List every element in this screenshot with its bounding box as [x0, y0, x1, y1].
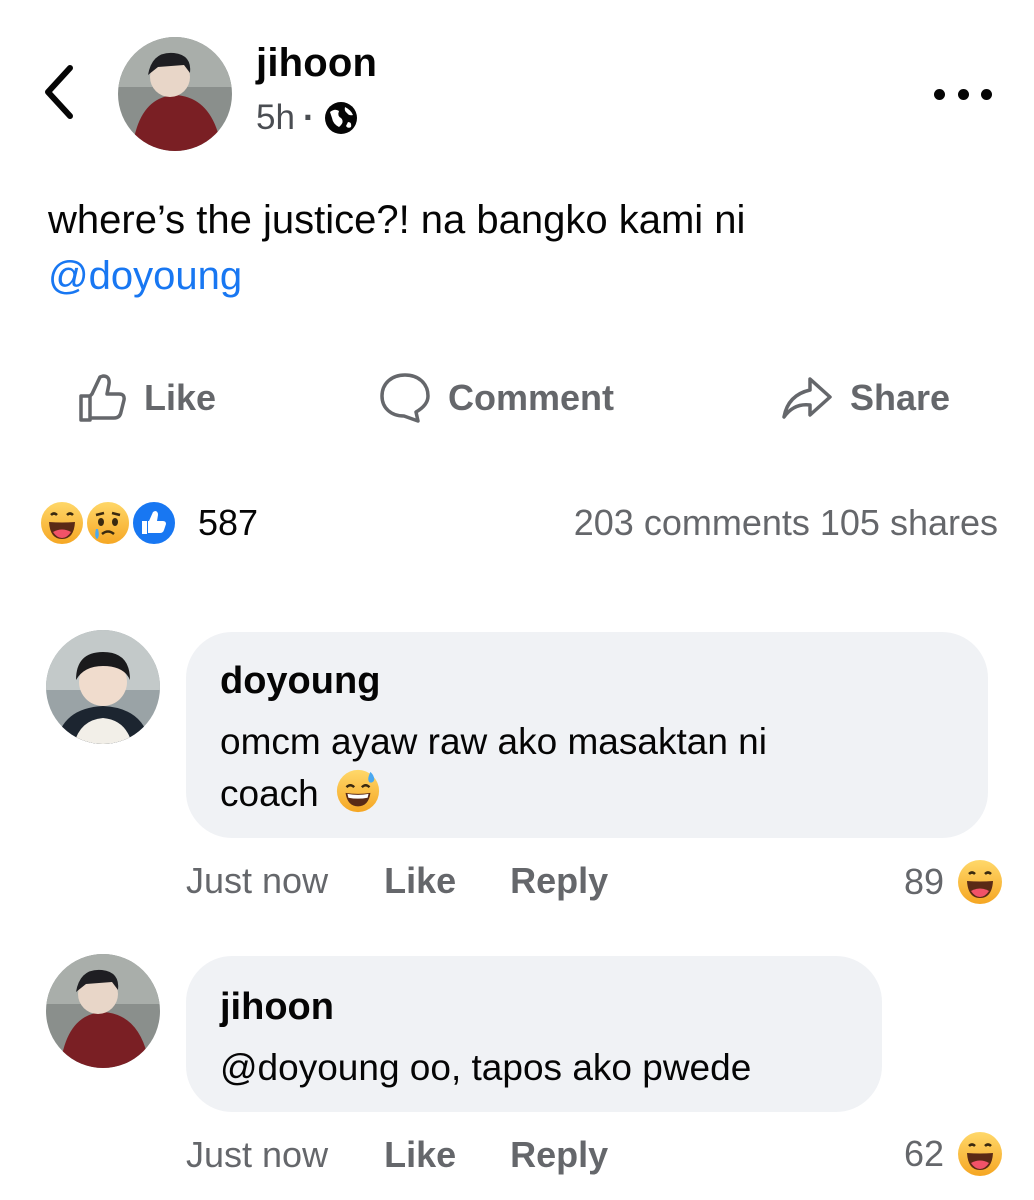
- haha-emoji-icon: [38, 499, 86, 547]
- comment-like-button[interactable]: Like: [384, 860, 456, 902]
- comment-bubble[interactable]: doyoung omcm ayaw raw ako masaktan ni co…: [186, 632, 988, 838]
- post-mention-link[interactable]: @doyoung: [48, 254, 242, 298]
- back-button[interactable]: [38, 62, 82, 122]
- like-label: Like: [144, 377, 217, 418]
- comment-meta: Just now Like Reply: [186, 860, 608, 902]
- comment-meta: Just now Like Reply: [186, 1134, 608, 1176]
- comment-reply-button[interactable]: Reply: [510, 1134, 608, 1176]
- comment-time: Just now: [186, 860, 329, 901]
- meta-separator: ·: [302, 98, 315, 137]
- comment-button[interactable]: Comment: [378, 370, 614, 426]
- comment-reaction-count: 62: [903, 1133, 944, 1174]
- comment-reaction-count: 89: [903, 861, 944, 902]
- comment-author[interactable]: doyoung: [220, 660, 380, 703]
- comment-text: @doyoung oo, tapos ako pwede: [220, 1047, 752, 1088]
- commenter-avatar[interactable]: [46, 954, 160, 1068]
- comments-shares-count[interactable]: 203 comments 105 shares: [574, 502, 998, 544]
- more-dot-icon: [934, 88, 945, 100]
- haha-emoji-icon: [956, 1130, 1004, 1178]
- reaction-count: 587: [198, 502, 259, 543]
- globe-icon: [324, 102, 357, 134]
- commenter-avatar[interactable]: [46, 630, 160, 744]
- comment-reaction[interactable]: 89: [904, 858, 1004, 906]
- author-avatar[interactable]: [118, 37, 232, 151]
- more-dot-icon: [981, 88, 992, 100]
- sweat-smile-emoji-icon: [335, 768, 381, 828]
- comment-reaction[interactable]: 62: [904, 1130, 1004, 1178]
- post-body: where’s the justice?! na bangko kami ni: [48, 198, 746, 242]
- thumbs-up-icon: [79, 374, 126, 422]
- comment-text-line1: omcm ayaw raw ako masaktan ni: [220, 721, 767, 762]
- like-emoji-icon: [130, 499, 178, 547]
- reaction-summary[interactable]: 587: [38, 498, 258, 548]
- post-time: 5h: [256, 98, 295, 137]
- share-label: Share: [850, 377, 951, 418]
- more-dot-icon: [957, 88, 969, 100]
- post-text: where’s the justice?! na bangko kami ni …: [48, 192, 988, 304]
- like-button[interactable]: Like: [76, 370, 216, 426]
- post-meta: 5h ·: [256, 98, 359, 138]
- chevron-left-icon: [45, 65, 73, 119]
- comment-text-line2: coach: [220, 773, 319, 814]
- more-options-button[interactable]: [934, 84, 992, 104]
- comment-time: Just now: [186, 1134, 329, 1175]
- share-arrow-icon: [782, 377, 832, 419]
- sad-emoji-icon: [84, 499, 132, 547]
- comment-label: Comment: [448, 377, 615, 418]
- comment-author[interactable]: jihoon: [220, 986, 334, 1029]
- haha-emoji-icon: [956, 858, 1004, 906]
- share-button[interactable]: Share: [780, 370, 950, 426]
- comment-text: omcm ayaw raw ako masaktan ni coach: [220, 716, 960, 828]
- comment-icon: [380, 373, 430, 423]
- post-author-name[interactable]: jihoon: [256, 41, 377, 86]
- comment-bubble[interactable]: jihoon @doyoung oo, tapos ako pwede: [186, 956, 882, 1112]
- comment-like-button[interactable]: Like: [384, 1134, 456, 1176]
- comment-reply-button[interactable]: Reply: [510, 860, 608, 902]
